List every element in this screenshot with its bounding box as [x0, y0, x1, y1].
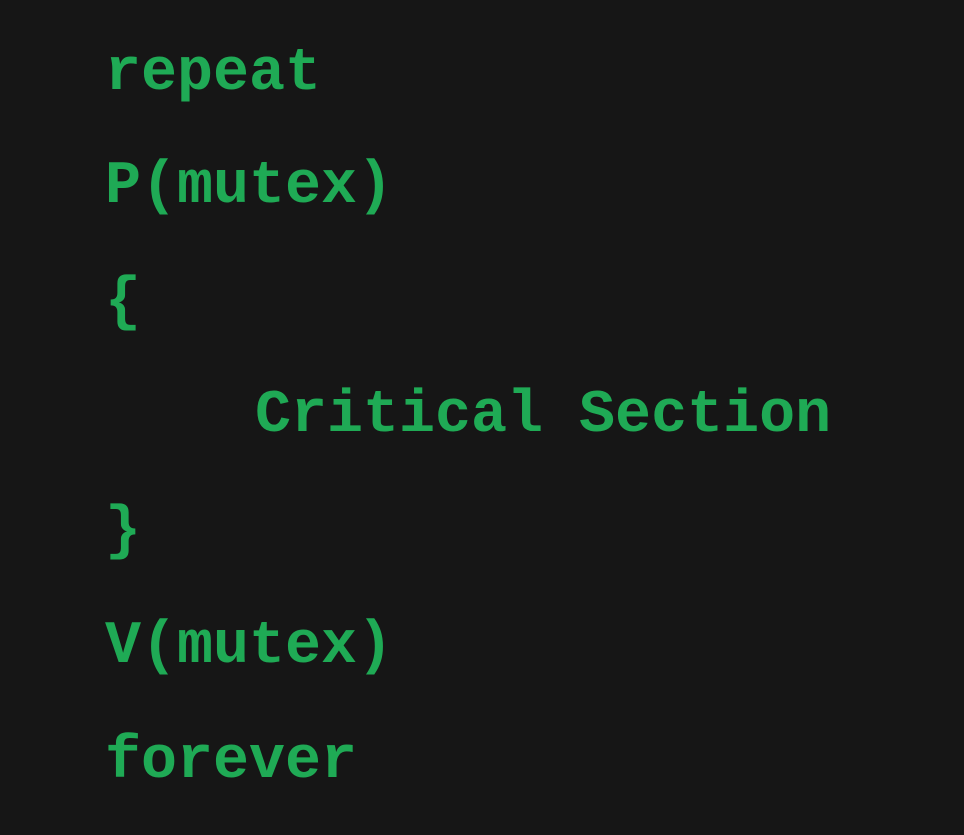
code-line-critical-section: Critical Section — [255, 382, 832, 450]
code-block: repeat P(mutex) { Critical Section } V(m… — [0, 0, 964, 835]
code-line-open-brace: { — [105, 269, 142, 337]
code-line-repeat: repeat — [105, 40, 322, 108]
code-line-v-mutex: V(mutex) — [105, 613, 394, 681]
code-line-forever: forever — [105, 728, 358, 796]
code-line-close-brace: } — [105, 498, 142, 566]
code-line-p-mutex: P(mutex) — [105, 153, 394, 221]
